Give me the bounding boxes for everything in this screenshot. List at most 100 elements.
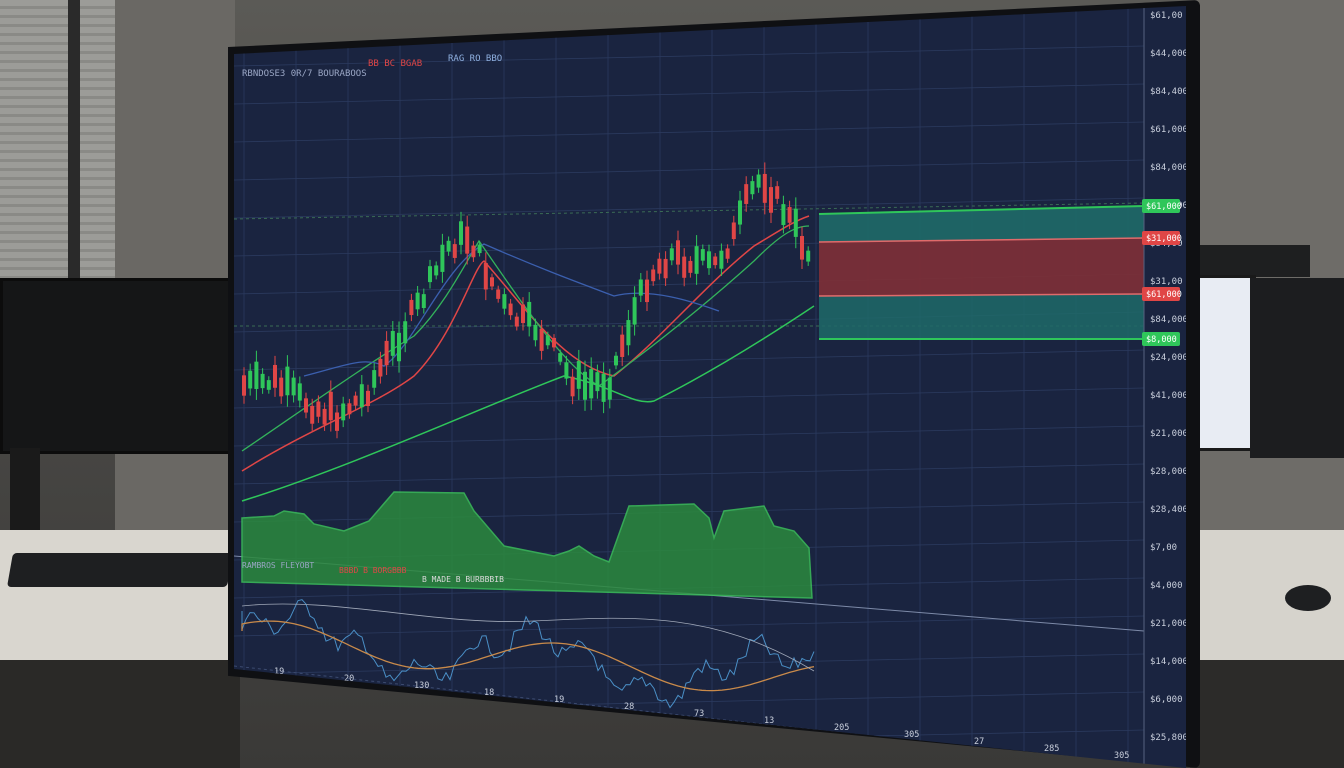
- bear-candle: [452, 244, 457, 258]
- bear-candle: [539, 328, 544, 351]
- price-axis-label: $61,000: [1150, 125, 1186, 135]
- bear-candle: [483, 262, 488, 290]
- oscillator-line: [241, 599, 815, 709]
- price-axis-label: $21,000: [1150, 619, 1186, 629]
- bear-candle: [620, 334, 625, 357]
- bear-candle: [725, 248, 730, 259]
- office-window-blinds: [0, 0, 115, 290]
- bull-candle: [707, 251, 711, 269]
- price-axis-label: $6,000: [1150, 695, 1183, 705]
- bull-candle: [260, 373, 265, 389]
- bear-candle: [657, 258, 662, 274]
- time-axis-label: 285: [1044, 744, 1059, 754]
- bull-candle: [638, 279, 643, 296]
- price-axis-label: $84,000: [1150, 163, 1186, 173]
- price-axis-label: $84,000: [1150, 315, 1186, 325]
- bear-candle: [645, 279, 649, 303]
- grid-line-horizontal: [234, 349, 1145, 371]
- trading-chart-screen[interactable]: $61,00$44,000$84,400$61,000$84,000$81,00…: [234, 6, 1186, 768]
- price-axis-label: $24,000: [1150, 353, 1186, 363]
- bull-candle: [359, 384, 364, 408]
- price-tag-label: $8,000: [1146, 335, 1177, 345]
- bear-candle: [242, 375, 246, 396]
- lower-zone: [819, 294, 1144, 339]
- bull-candle: [415, 292, 420, 310]
- bull-candle: [601, 373, 606, 402]
- bear-candle: [471, 245, 476, 258]
- bull-candle: [750, 181, 755, 195]
- chart-grid: [234, 6, 1145, 768]
- bear-candle: [496, 289, 501, 299]
- risk-zone: [819, 238, 1144, 296]
- bull-candle: [372, 370, 377, 388]
- background-monitor: [0, 278, 242, 454]
- volume-area: [241, 491, 813, 599]
- price-axis-label: $21,000: [1150, 429, 1186, 439]
- bull-candle: [266, 380, 271, 390]
- bear-candle: [651, 269, 656, 282]
- price-axis: $61,00$44,000$84,400$61,000$84,000$81,00…: [1143, 6, 1186, 768]
- bull-candle: [589, 369, 594, 399]
- bear-candle: [688, 260, 693, 273]
- grid-line-horizontal: [234, 691, 1145, 713]
- bull-candle: [614, 355, 618, 366]
- position-zones: [818, 205, 1145, 340]
- bear-candle: [682, 256, 687, 278]
- bull-candle: [341, 403, 346, 421]
- bear-candle: [378, 358, 383, 377]
- bear-candle: [304, 398, 308, 413]
- floor: [0, 660, 240, 768]
- bear-candle: [713, 256, 718, 266]
- bear-candle: [409, 299, 414, 316]
- bear-candle: [384, 340, 389, 366]
- bull-candle: [502, 294, 507, 309]
- bear-candle: [663, 258, 668, 279]
- price-axis-label: $84,400: [1150, 87, 1186, 97]
- grid-line-horizontal: [234, 425, 1145, 447]
- grid-line-horizontal: [234, 121, 1145, 143]
- bear-candle: [570, 376, 575, 397]
- bear-candle: [273, 364, 277, 388]
- bear-candle: [316, 401, 321, 417]
- bear-candle: [775, 186, 780, 199]
- bear-candle: [328, 391, 333, 421]
- desk: [0, 530, 240, 660]
- grid-line-horizontal: [234, 653, 1145, 675]
- bear-candle: [353, 395, 358, 406]
- indicator-label-2: BBBD B BORGBBB: [339, 566, 407, 575]
- bear-candle: [514, 316, 519, 327]
- bull-candle: [421, 294, 426, 309]
- candlestick-chart[interactable]: $61,00$44,000$84,400$61,000$84,000$81,00…: [234, 6, 1186, 768]
- time-axis-label: 305: [1114, 751, 1129, 761]
- bear-candle: [310, 405, 315, 424]
- time-axis: 1920130181928731320530527285305: [274, 667, 1129, 761]
- bull-candle: [700, 249, 705, 261]
- grid-line-horizontal: [234, 159, 1145, 181]
- bull-candle: [533, 324, 538, 341]
- bear-candle: [490, 277, 494, 287]
- background-monitor-bright: [1195, 275, 1256, 451]
- bull-candle: [254, 361, 259, 389]
- bear-candle: [465, 226, 470, 254]
- bull-candle: [428, 266, 432, 283]
- bull-candle: [595, 372, 600, 392]
- slow-moving-average: [241, 305, 815, 502]
- price-axis-label: $4,000: [1150, 581, 1183, 591]
- time-axis-label: 305: [904, 730, 919, 740]
- bull-candle: [558, 353, 563, 362]
- bull-candle: [545, 335, 550, 346]
- window-frame: [68, 0, 80, 290]
- oscillator-average-line: [241, 603, 815, 672]
- bull-candle: [397, 332, 401, 362]
- price-tag-label: $61,000: [1146, 290, 1182, 300]
- price-axis-label: $44,000: [1150, 49, 1186, 59]
- volume-area-shape: [241, 491, 813, 599]
- oscillator-baseline: [234, 665, 1145, 767]
- price-axis-label: $14,000: [1150, 657, 1186, 667]
- bear-candle: [744, 184, 749, 204]
- grid-line-horizontal: [234, 615, 1145, 637]
- bull-candle: [806, 250, 811, 262]
- bear-candle: [676, 240, 680, 265]
- bear-candle: [800, 236, 804, 260]
- price-axis-label: $41,000: [1150, 391, 1186, 401]
